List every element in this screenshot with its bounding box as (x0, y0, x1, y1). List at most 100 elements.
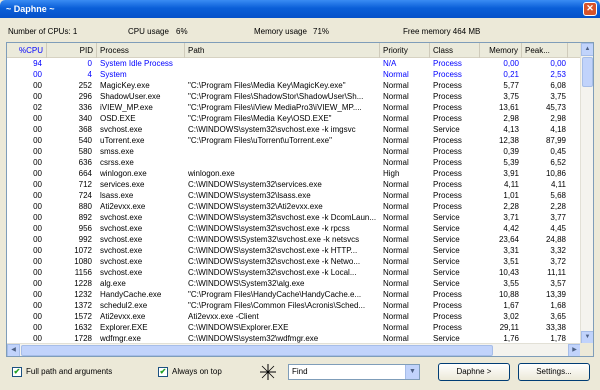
table-row[interactable]: 00 892 svchost.exe C:\WINDOWS\system32\svch… (7, 212, 581, 223)
cell-pid: 724 (78, 191, 92, 200)
cell-class: Process (433, 158, 462, 167)
cell-path (188, 157, 378, 168)
chevron-down-icon[interactable]: ▼ (405, 365, 419, 379)
table-row[interactable]: 00 1372 schedul2.exe "C:\Program Files\Comm… (7, 300, 581, 311)
table-row[interactable]: 00 1232 HandyCache.exe "C:\Program Files\Ha… (7, 289, 581, 300)
full-path-label[interactable]: Full path and arguments (26, 366, 112, 378)
cell-name: Ati2evxx.exe (100, 202, 146, 211)
cell-class: Process (433, 147, 462, 156)
table-row[interactable]: 00 540 uTorrent.exe "C:\Program Files\uTorr… (7, 135, 581, 146)
cell-path (188, 69, 378, 80)
always-on-top-label[interactable]: Always on top (172, 366, 222, 378)
cell-name: lsass.exe (100, 191, 134, 200)
vertical-scroll-thumb[interactable] (582, 57, 593, 87)
scroll-corner (580, 343, 593, 356)
table-row[interactable]: 00 1072 svchost.exe C:\WINDOWS\system32\svc… (7, 245, 581, 256)
cell-peak: 2,98 (550, 114, 566, 123)
cell-name: svchost.exe (100, 268, 143, 277)
table-row[interactable]: 00 296 ShadowUser.exe "C:\Program Files\Sha… (7, 91, 581, 102)
process-rows: 94 0 System Idle Process N/A Process 0,00 0,00… (7, 58, 581, 344)
table-row[interactable]: 00 1080 svchost.exe C:\WINDOWS\system32\svc… (7, 256, 581, 267)
table-row[interactable]: 02 336 iVIEW_MP.exe "C:\Program Files\iView… (7, 102, 581, 113)
cell-name: OSD.EXE (100, 114, 136, 123)
table-row[interactable]: 00 1156 svchost.exe C:\WINDOWS\system32\svc… (7, 267, 581, 278)
always-on-top-checkbox[interactable]: ✔ (158, 367, 168, 377)
cell-cpu: 94 (33, 59, 42, 68)
cell-mem: 3,51 (503, 257, 519, 266)
cell-path: C:\WINDOWS\system32\Ati2evxx.exe (188, 202, 323, 211)
table-row[interactable]: 00 724 lsass.exe C:\WINDOWS\system32\lsass.… (7, 190, 581, 201)
cell-cpu: 00 (33, 235, 42, 244)
cell-name: iVIEW_MP.exe (100, 103, 153, 112)
table-row[interactable]: 00 956 svchost.exe C:\WINDOWS\system32\svch… (7, 223, 581, 234)
column-peak[interactable]: Peak... (522, 43, 568, 58)
column-memory[interactable]: Memory (480, 43, 522, 58)
cell-path: Ati2evxx.exe -Client (188, 312, 259, 321)
table-row[interactable]: 00 1572 Ati2evxx.exe Ati2evxx.exe -Client No… (7, 311, 581, 322)
daphne-button[interactable]: Daphne > (438, 363, 510, 381)
cell-priority: Normal (383, 323, 409, 332)
table-row[interactable]: 00 880 Ati2evxx.exe C:\WINDOWS\system32\Ati… (7, 201, 581, 212)
cell-path: "C:\Program Files\uTorrent\uTorrent.exe" (188, 136, 332, 145)
scroll-up-button[interactable]: ▲ (581, 43, 593, 56)
table-row[interactable]: 00 1632 Explorer.EXE C:\WINDOWS\Explorer.EX… (7, 322, 581, 333)
cell-mem: 0,00 (503, 59, 519, 68)
table-row[interactable]: 00 712 services.exe C:\WINDOWS\system32\ser… (7, 179, 581, 190)
close-button[interactable]: ✕ (583, 2, 597, 16)
process-list[interactable]: %CPU PID Process Path Priority Class Mem… (6, 42, 594, 357)
cell-cpu: 00 (33, 202, 42, 211)
table-row[interactable]: 00 992 svchost.exe C:\WINDOWS\System32\svch… (7, 234, 581, 245)
column-priority[interactable]: Priority (380, 43, 430, 58)
cell-path: C:\WINDOWS\system32\services.exe (188, 180, 322, 189)
full-path-checkbox[interactable]: ✔ (12, 367, 22, 377)
crosshair-icon[interactable] (260, 364, 276, 380)
cell-priority: Normal (383, 191, 409, 200)
horizontal-scrollbar[interactable]: ◀ ▶ (7, 343, 581, 356)
vertical-scrollbar[interactable]: ▲ ▼ (580, 43, 593, 344)
table-row[interactable]: 00 1228 alg.exe C:\WINDOWS\System32\alg.exe… (7, 278, 581, 289)
cell-name: svchost.exe (100, 213, 143, 222)
cell-path: "C:\Program Files\Media Key\OSD.EXE" (188, 114, 332, 123)
column-process[interactable]: Process (97, 43, 185, 58)
cell-peak: 2,53 (550, 70, 566, 79)
cell-peak: 3,32 (550, 246, 566, 255)
table-row[interactable]: 00 340 OSD.EXE "C:\Program Files\Media Key\… (7, 113, 581, 124)
cell-path: C:\WINDOWS\system32\svchost.exe -k DcomL… (188, 213, 377, 222)
settings-button[interactable]: Settings... (518, 363, 590, 381)
cell-pid: 880 (78, 202, 92, 211)
column-pid[interactable]: PID (47, 43, 97, 58)
table-row[interactable]: 00 368 svchost.exe C:\WINDOWS\system32\svch… (7, 124, 581, 135)
cell-cpu: 00 (33, 169, 42, 178)
horizontal-scroll-thumb[interactable] (21, 345, 493, 356)
find-combobox[interactable]: Find ▼ (288, 364, 420, 380)
column-class[interactable]: Class (430, 43, 480, 58)
table-row[interactable]: 00 252 MagicKey.exe "C:\Program Files\Media… (7, 80, 581, 91)
table-row[interactable]: 94 0 System Idle Process N/A Process 0,00 0,00 (7, 58, 581, 69)
cell-priority: Normal (383, 81, 409, 90)
cell-priority: Normal (383, 279, 409, 288)
cell-mem: 3,02 (503, 312, 519, 321)
column-cpu[interactable]: %CPU (7, 43, 47, 58)
table-row[interactable]: 00 580 smss.exe Normal Process 0,39 0,45 (7, 146, 581, 157)
cell-path: "C:\Program Files\HandyCache\HandyCache.… (188, 290, 362, 299)
title-bar[interactable]: ~ Daphne ~ ✕ (0, 0, 600, 18)
table-row[interactable]: 00 664 winlogon.exe winlogon.exe High Process… (7, 168, 581, 179)
cell-class: Process (433, 323, 462, 332)
column-path[interactable]: Path (185, 43, 380, 58)
cell-priority: Normal (383, 312, 409, 321)
cell-name: svchost.exe (100, 125, 143, 134)
cell-path: C:\WINDOWS\system32\svchost.exe -k rpcss (188, 224, 350, 233)
memory-usage-value: 71% (313, 27, 330, 36)
cell-priority: Normal (383, 92, 409, 101)
cell-class: Process (433, 290, 462, 299)
scroll-left-button[interactable]: ◀ (7, 344, 20, 356)
cell-cpu: 00 (33, 290, 42, 299)
cell-priority: Normal (383, 235, 409, 244)
cell-pid: 336 (78, 103, 92, 112)
table-row[interactable]: 00 4 System Normal Process 0,21 2,53 (7, 69, 581, 80)
cell-mem: 2,28 (503, 202, 519, 211)
table-row[interactable]: 00 636 csrss.exe Normal Process 5,39 6,52 (7, 157, 581, 168)
cell-name: schedul2.exe (100, 301, 148, 310)
cell-path: winlogon.exe (188, 169, 235, 178)
cell-class: Service (433, 257, 460, 266)
